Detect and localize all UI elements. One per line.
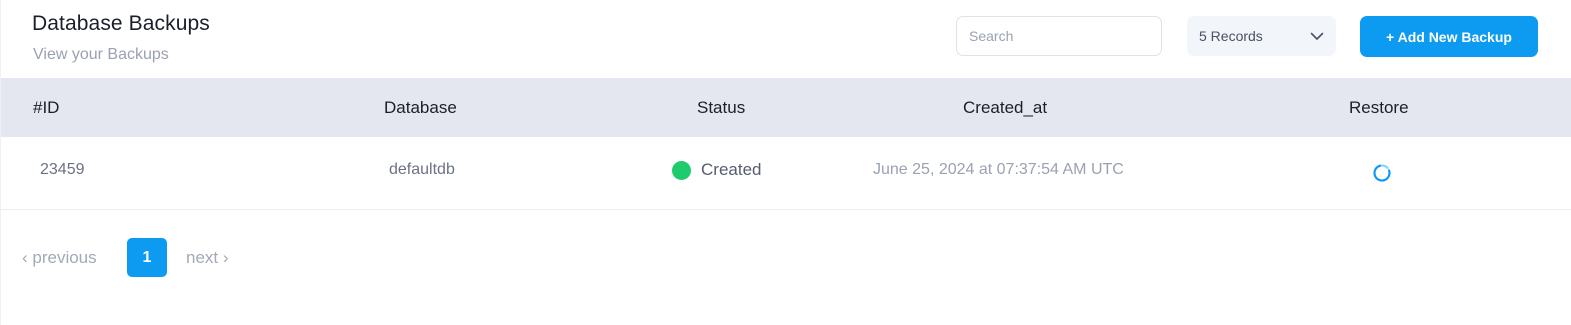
search-input[interactable] <box>956 16 1162 56</box>
backups-page: Database Backups View your Backups 5 Rec… <box>0 0 1571 325</box>
status-badge: Created <box>701 160 762 179</box>
page-title: Database Backups <box>32 12 210 35</box>
column-header-database: Database <box>384 98 457 117</box>
records-per-page-select[interactable]: 5 Records <box>1187 16 1336 56</box>
page-subtitle: View your Backups <box>33 46 169 63</box>
status-cell: Created <box>672 137 761 203</box>
column-header-created-at: Created_at <box>963 98 1048 117</box>
pagination: ‹ previous 1 next › <box>1 238 401 277</box>
add-new-backup-button[interactable]: + Add New Backup <box>1360 16 1538 57</box>
column-header-id: #ID <box>33 98 60 117</box>
column-header-status: Status <box>697 98 746 117</box>
column-header-restore: Restore <box>1349 98 1409 117</box>
records-per-page-value: 5 Records <box>1199 28 1263 44</box>
table-row: 23459 defaultdb Created June 25, 2024 at… <box>1 137 1571 210</box>
pagination-next-link[interactable]: next › <box>186 238 229 277</box>
restore-refresh-icon[interactable] <box>1372 163 1392 183</box>
pagination-page-button[interactable]: 1 <box>127 238 167 277</box>
chevron-down-icon <box>1310 32 1324 41</box>
created-at-cell: June 25, 2024 at 07:37:54 AM UTC <box>873 161 1124 178</box>
page-header: Database Backups View your Backups 5 Rec… <box>1 0 1571 78</box>
backup-id-cell: 23459 <box>40 161 85 178</box>
database-name-cell: defaultdb <box>389 161 455 178</box>
pagination-previous-link[interactable]: ‹ previous <box>22 238 97 277</box>
status-dot <box>672 160 691 180</box>
table-header-row: #ID Database Status Created_at Restore <box>1 78 1571 137</box>
